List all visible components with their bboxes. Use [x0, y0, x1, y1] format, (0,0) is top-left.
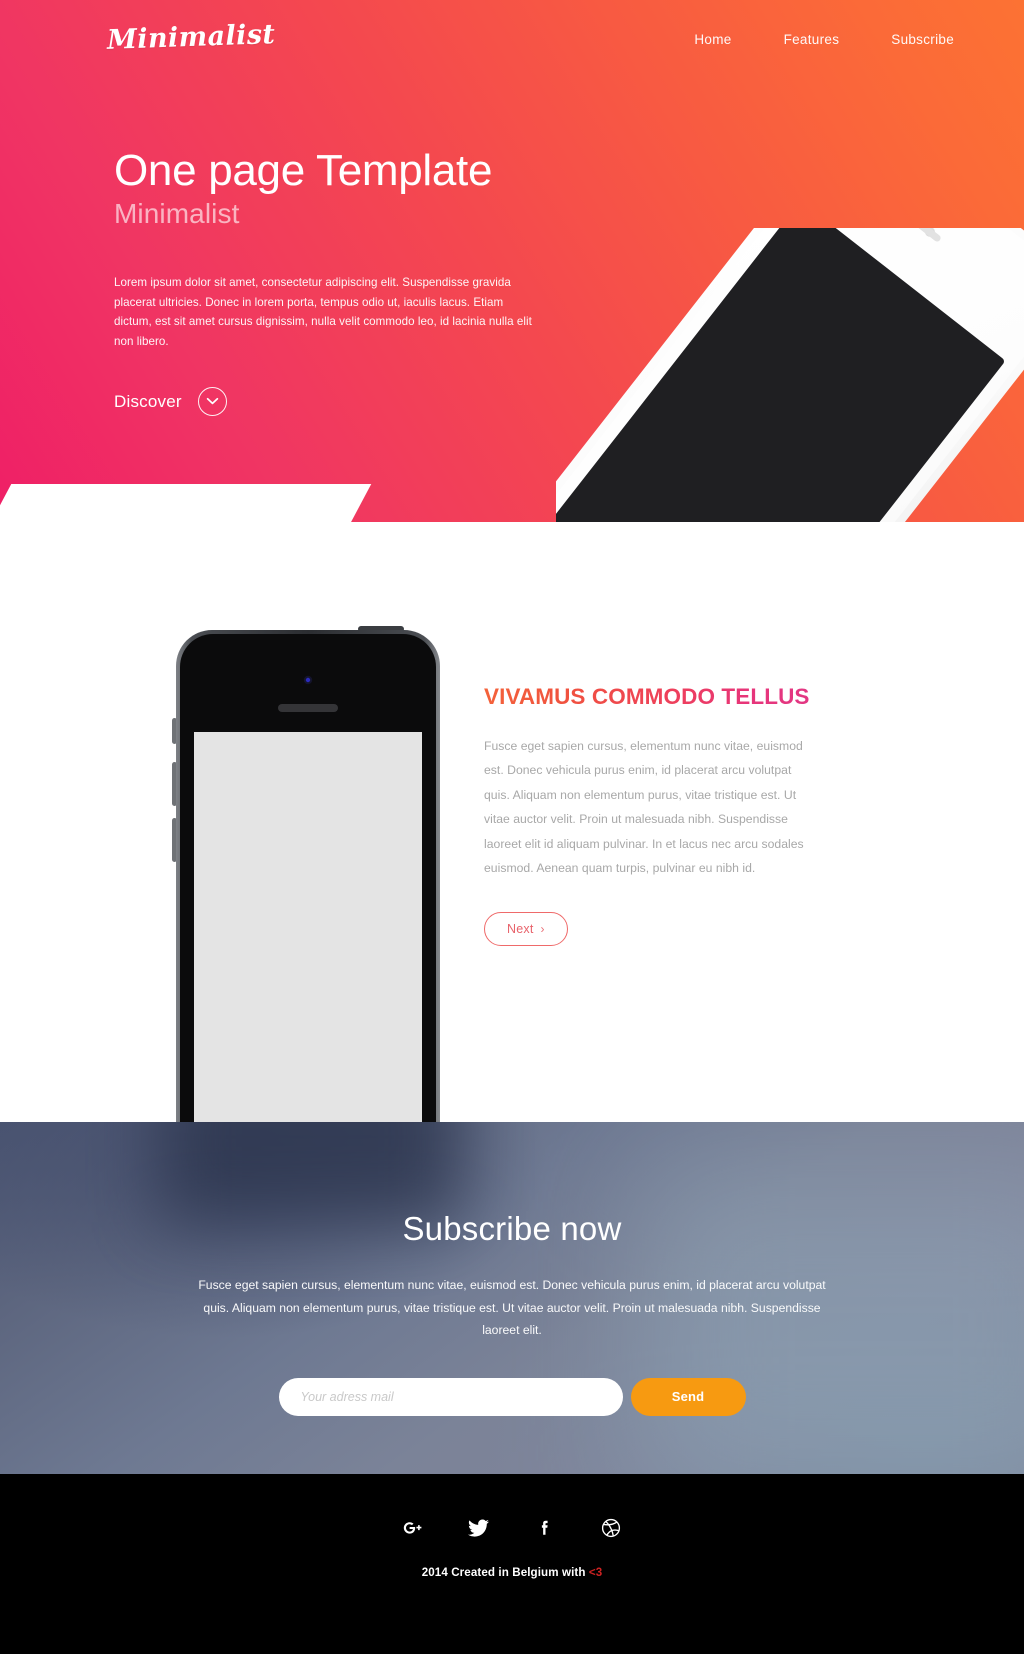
chevron-down-icon[interactable] [197, 387, 227, 417]
twitter-icon[interactable] [459, 1512, 499, 1544]
hero-paragraph: Lorem ipsum dolor sit amet, consectetur … [114, 276, 532, 348]
subscribe-section: Subscribe now Fusce eget sapien cursus, … [0, 1122, 1024, 1474]
next-button-label: Next [507, 922, 534, 937]
subscribe-content: Subscribe now Fusce eget sapien cursus, … [0, 1210, 1024, 1416]
google-plus-icon[interactable] [393, 1512, 433, 1544]
facebook-icon[interactable] [525, 1512, 565, 1544]
discover-button[interactable]: Discover [114, 387, 584, 417]
feature-content: VIVAMUS COMMODO TELLUS Fusce eget sapien… [484, 684, 814, 947]
background-blur-shape [160, 1122, 460, 1222]
main-navigation: Minimalist Home Features Subscribe [0, 0, 1024, 86]
hero-section: Minimalist Home Features Subscribe One p… [0, 0, 1024, 522]
feature-paragraph: Fusce eget sapien cursus, elementum nunc… [484, 739, 804, 876]
nav-item-home[interactable]: Home [694, 32, 731, 47]
nav-item-subscribe[interactable]: Subscribe [891, 32, 954, 47]
chevron-right-icon: › [540, 922, 545, 937]
hero-content: One page Template Minimalist Lorem ipsum… [114, 146, 584, 417]
nav-links: Home Features Subscribe [694, 32, 954, 47]
copyright-text: 2014 Created in Belgium with <3 [0, 1566, 1024, 1579]
next-button[interactable]: Next › [484, 912, 568, 947]
hero-device-image [527, 115, 1024, 522]
hero-subtitle: Minimalist [114, 198, 240, 230]
hero-title: One page Template [114, 146, 493, 195]
feature-device-image [172, 622, 444, 1122]
landing-page: Minimalist Home Features Subscribe One p… [0, 0, 1024, 1654]
copyright-label: 2014 Created in Belgium with [421, 1566, 589, 1579]
send-button[interactable]: Send [630, 1377, 746, 1416]
subscribe-title: Subscribe now [402, 1210, 622, 1247]
hero-bottom-wedge [0, 484, 372, 522]
site-footer: 2014 Created in Belgium with <3 [0, 1474, 1024, 1654]
subscribe-paragraph: Fusce eget sapien cursus, elementum nunc… [198, 1278, 826, 1338]
features-section: VIVAMUS COMMODO TELLUS Fusce eget sapien… [0, 522, 1024, 1122]
heart-symbol: <3 [588, 1566, 603, 1579]
nav-item-features[interactable]: Features [784, 32, 840, 47]
dribbble-icon[interactable] [591, 1512, 631, 1544]
email-input[interactable] [278, 1377, 623, 1416]
social-links [0, 1474, 1024, 1544]
site-logo[interactable]: Minimalist [107, 19, 276, 56]
discover-label: Discover [114, 391, 182, 411]
subscribe-form: Send [0, 1377, 1024, 1416]
feature-heading: VIVAMUS COMMODO TELLUS [484, 684, 814, 710]
